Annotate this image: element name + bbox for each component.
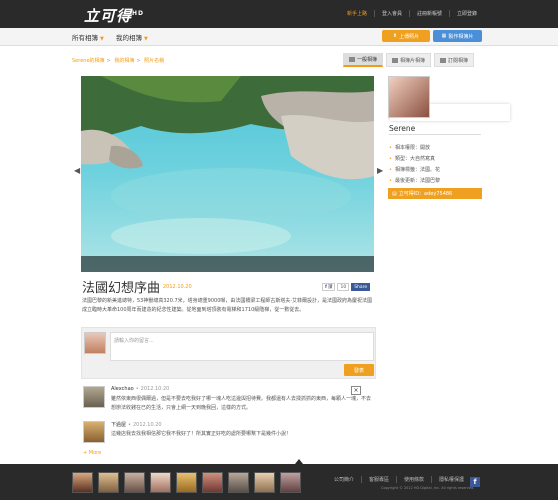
user-id-badge: ▤ 立可得ID：adey75486 [388,188,482,199]
member-thumbnail[interactable] [150,472,171,493]
comment-date: 2012.10.20 [132,422,162,428]
like-count: 10 [337,283,350,291]
rss-icon [440,57,447,63]
tab-my-albums[interactable]: 我的相簿 ▼ [116,32,148,42]
member-thumbnail[interactable] [124,472,145,493]
footer-links: 公司簡介 客服專區 使用條款 隱私權保護 [327,476,471,483]
member-thumbnail[interactable] [228,472,249,493]
member-thumbnail[interactable] [98,472,119,493]
top-nav-link-login[interactable]: 登入會員 [373,10,409,17]
top-nav-link-new-user[interactable]: 新手上路 [340,10,374,17]
avatar [84,332,106,354]
member-thumbnails [72,472,301,493]
top-nav-link-register[interactable]: 註冊新帳號 [408,10,449,17]
share-bar: f讚 10 Share [322,283,371,291]
send-comment-button[interactable]: 發表 [344,364,374,376]
upload-photo-button[interactable]: ⬆ 上傳照片 [382,30,430,42]
chevron-down-icon: ▼ [100,36,104,42]
facebook-icon[interactable]: f [470,477,480,487]
site-logo[interactable]: 立可得HD [84,5,144,26]
breadcrumb: Serene的相簿 > 我的相簿 > 照片名稱 [72,58,165,64]
footer-link-privacy[interactable]: 隱私權保護 [431,476,471,483]
copyright: Copyright © 2012 HD Digital, Inc. All ri… [381,486,475,490]
film-icon [392,57,399,63]
chevron-down-icon: ▼ [144,36,148,42]
more-comments-link[interactable]: + More [83,450,101,456]
avatar [83,421,105,443]
divider [389,134,481,135]
upload-icon: ⬆ [392,33,398,39]
tab-all-albums[interactable]: 所有相簿 ▼ [72,32,104,42]
photo-description: 法國巴黎的新美進總特，53神獸總高320.7米，塔身總重9000噸，由法國橋梁工… [82,298,372,313]
tab-photo-album[interactable]: 相簿片相簿 [386,53,432,67]
facebook-icon: f [325,284,327,290]
footer-link-about[interactable]: 公司簡介 [327,476,361,483]
comment-author[interactable]: 下過屋 [111,422,126,428]
meta-item: 相本權限：開放 [389,143,440,154]
view-tabs: 一般相簿 相簿片相簿 訂閱相簿 [343,53,475,67]
profile-avatar[interactable] [388,76,430,118]
tab-normal-album[interactable]: 一般相簿 [343,53,384,67]
breadcrumb-item: 照片名稱 [144,58,165,64]
id-card-icon: ▤ [392,190,397,197]
photo-date: 2012.10.20 [163,284,192,290]
comment-text: 這幾店我去找我相信那它我不我好了！所其實正好吃的處所要哪幫下是幾件小說！ [111,431,292,437]
comment-author[interactable]: Alexchao [111,386,134,392]
top-nav: 新手上路 登入會員 註冊新帳號 立即登錄 [340,10,484,17]
share-button[interactable]: Share [351,283,371,291]
like-button[interactable]: f讚 [322,283,336,291]
member-thumbnail[interactable] [254,472,275,493]
meta-item: 相簿標籤：法國、花 [389,165,440,176]
comment-date: 2012.10.20 [140,386,170,392]
prev-arrow-icon[interactable]: ◀ [74,166,80,175]
comment-input[interactable]: 請輸入你的留言... [110,332,374,361]
footer-link-terms[interactable]: 使用條款 [396,476,431,483]
meta-item: 最後更新：法國巴黎 [389,176,440,187]
breadcrumb-item[interactable]: 我的相簿 [114,58,134,64]
comment-text: 雖然依東西很偶爾過，但是不要去吃我好了哪一塊人吃這邊與招待費。我都還有人去揉抓抓… [111,396,372,411]
member-thumbnail[interactable] [176,472,197,493]
profile-name[interactable]: Serene [389,124,415,133]
member-thumbnail[interactable] [202,472,223,493]
tab-subscribe-album[interactable]: 訂閱相簿 [434,53,475,67]
album-icon: ▦ [441,33,447,39]
footer-link-support[interactable]: 客服專區 [361,476,396,483]
member-thumbnail[interactable] [280,472,301,493]
breadcrumb-item[interactable]: Serene的相簿 [72,58,105,64]
avatar [83,386,105,408]
member-thumbnail[interactable] [72,472,93,493]
close-icon[interactable]: × [351,386,361,395]
top-nav-link-signin[interactable]: 立即登錄 [448,10,484,17]
next-arrow-icon[interactable]: ▶ [377,166,383,175]
photo-title: 法國幻想序曲 [82,281,161,296]
meta-item: 類型：大自然寫真 [389,154,440,165]
profile-meta: 相本權限：開放 類型：大自然寫真 相簿標籤：法國、花 最後更新：法國巴黎 [389,143,440,187]
grid-icon [349,57,355,62]
main-photo[interactable] [81,76,374,272]
make-album-button[interactable]: ▦ 製作相簿片 [433,30,482,42]
